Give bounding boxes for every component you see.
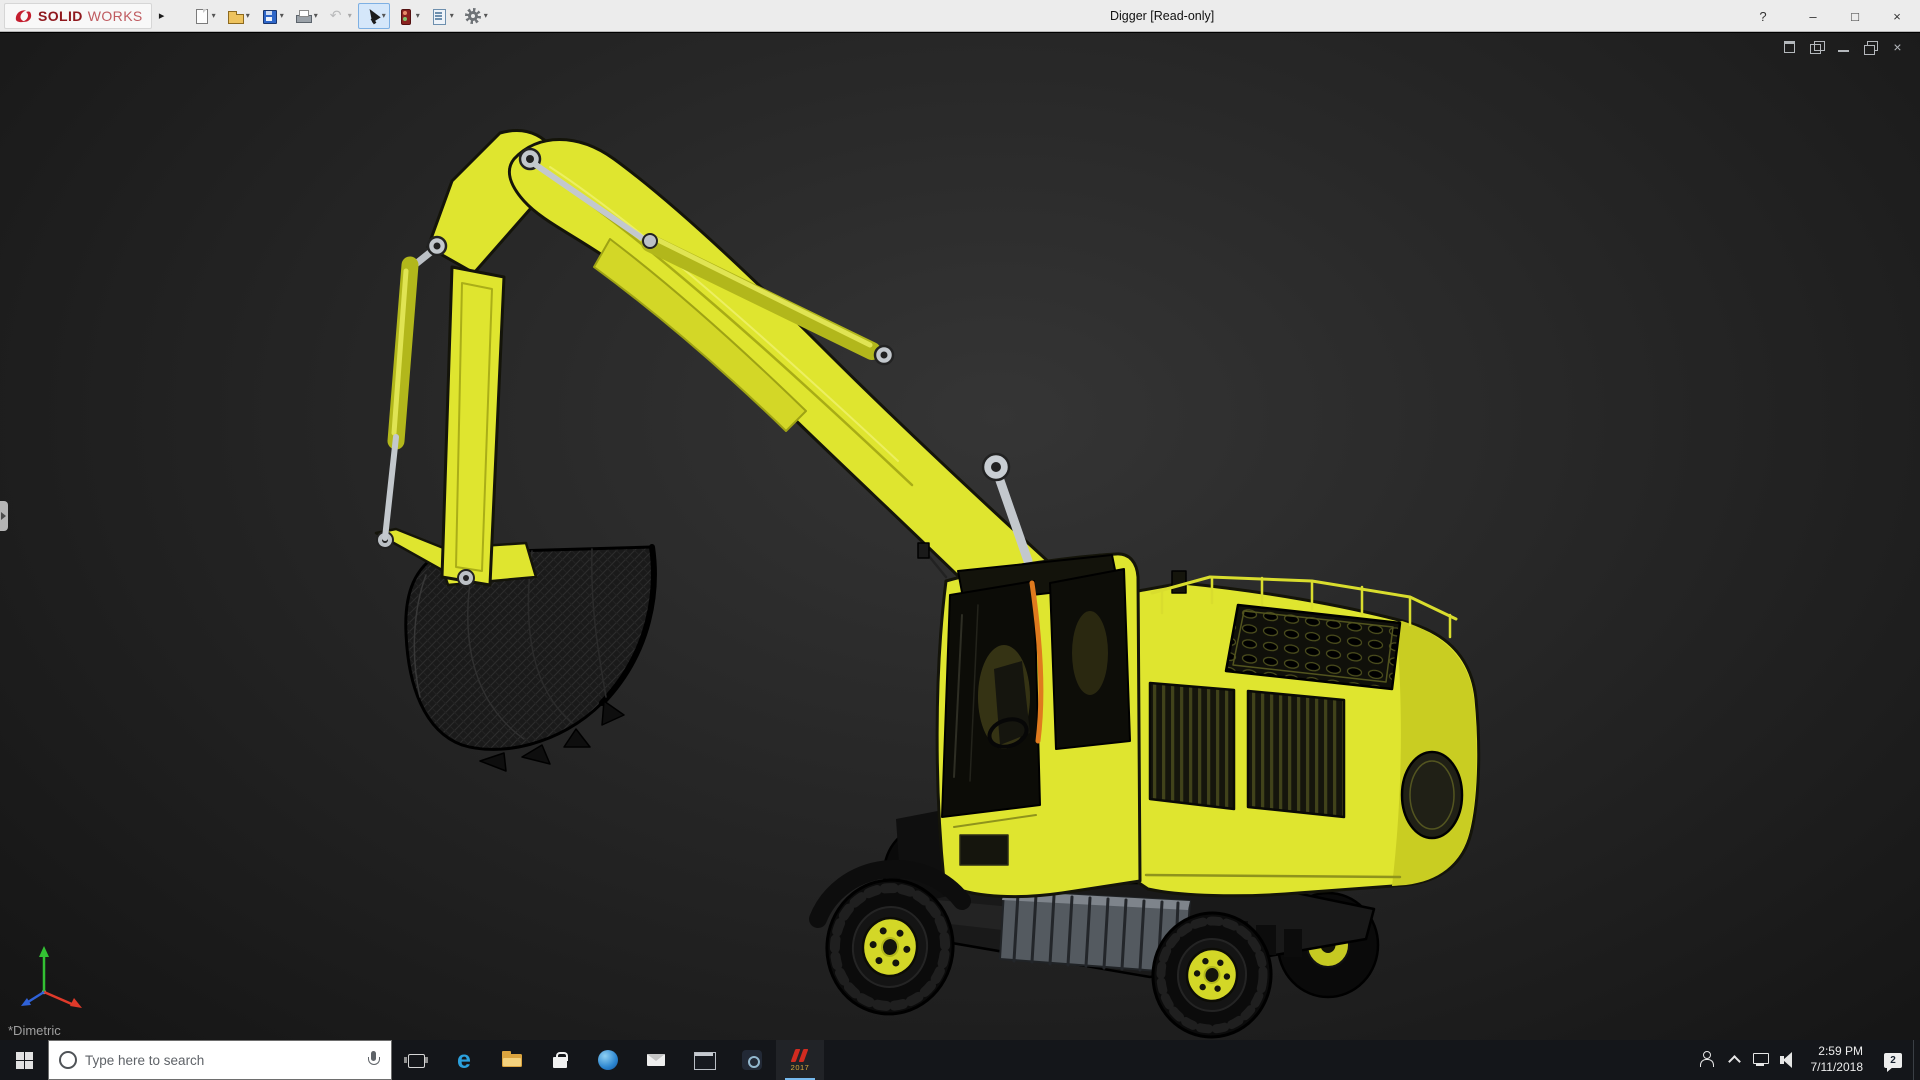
hidden-icons-chevron[interactable]: [1720, 1040, 1747, 1080]
solidworks-window: SOLIDWORKS ▸ ▾ ▾ ▾ ▾ ▾: [0, 0, 1920, 1080]
doc-close-icon[interactable]: ×: [1889, 39, 1906, 55]
bucket-cylinder[interactable]: [382, 243, 441, 541]
store-icon[interactable]: [536, 1040, 584, 1080]
rebuild-button[interactable]: ▾: [392, 3, 424, 29]
dropdown-arrow-icon[interactable]: ▾: [416, 11, 420, 20]
file-explorer-icon[interactable]: [488, 1040, 536, 1080]
solidworks-2017-icon[interactable]: 2017: [776, 1040, 824, 1080]
close-button[interactable]: ×: [1876, 0, 1918, 32]
dassault-systemes-logo-icon: [15, 9, 32, 22]
doc-restore-icon[interactable]: [1862, 39, 1879, 55]
round-app-icon[interactable]: [728, 1040, 776, 1080]
undo-button[interactable]: ▾: [324, 3, 356, 29]
cortana-ring-icon: [59, 1051, 77, 1069]
brand-text-solid: SOLID: [38, 7, 83, 24]
digger-3d-model[interactable]: [0, 33, 1920, 1040]
mail-icon[interactable]: [632, 1040, 680, 1080]
select-button[interactable]: ▾: [357, 2, 390, 29]
solidworks-brand: SOLID WORKS: [4, 2, 152, 29]
dropdown-arrow-icon[interactable]: ▾: [382, 11, 386, 20]
graphics-viewport[interactable]: × *Dimetric: [0, 33, 1920, 1040]
action-center-bubble-icon: 2: [1884, 1052, 1902, 1072]
titlebar: SOLIDWORKS ▸ ▾ ▾ ▾ ▾ ▾: [0, 0, 1920, 32]
dropdown-arrow-icon[interactable]: ▾: [484, 11, 488, 20]
dropdown-arrow-icon[interactable]: ▾: [280, 11, 284, 20]
help-button[interactable]: ?: [1742, 0, 1784, 32]
dropdown-arrow-icon[interactable]: ▾: [212, 11, 216, 20]
edge-browser-icon[interactable]: e: [440, 1040, 488, 1080]
clock-time: 2:59 PM: [1818, 1044, 1863, 1059]
browser-ball-icon[interactable]: [584, 1040, 632, 1080]
feature-panel-expand-icon[interactable]: [0, 501, 8, 531]
search-input[interactable]: [85, 1052, 357, 1068]
window-controls: ? – □ ×: [1742, 0, 1918, 32]
minimize-button[interactable]: –: [1792, 0, 1834, 32]
dropdown-arrow-icon[interactable]: ▾: [450, 11, 454, 20]
print-button[interactable]: ▾: [290, 3, 322, 29]
windows-taskbar: e: [0, 1040, 1920, 1080]
doc-cascade-icon[interactable]: [1808, 39, 1825, 55]
dropdown-arrow-icon[interactable]: ▾: [246, 11, 250, 20]
command-prompt-icon[interactable]: [680, 1040, 728, 1080]
show-desktop-button[interactable]: [1913, 1040, 1920, 1080]
volume-icon[interactable]: [1774, 1040, 1801, 1080]
save-button[interactable]: ▾: [256, 3, 288, 29]
system-tray: 2:59 PM 7/11/2018 2: [1693, 1040, 1920, 1080]
orientation-triad-icon: [21, 946, 82, 1008]
menu-expand-arrow-icon[interactable]: ▸: [152, 3, 172, 29]
clock[interactable]: 2:59 PM 7/11/2018: [1801, 1044, 1874, 1075]
cab[interactable]: [917, 542, 1142, 899]
people-icon[interactable]: [1693, 1040, 1720, 1080]
file-properties-button[interactable]: ▾: [426, 3, 458, 29]
new-document-button[interactable]: ▾: [188, 3, 220, 29]
clock-date: 7/11/2018: [1810, 1060, 1864, 1074]
dropdown-arrow-icon[interactable]: ▾: [314, 11, 318, 20]
action-center-icon[interactable]: 2: [1873, 1040, 1913, 1080]
options-button[interactable]: ▾: [460, 3, 492, 29]
taskbar-search[interactable]: [48, 1040, 392, 1080]
task-view-button[interactable]: [392, 1040, 440, 1080]
open-button[interactable]: ▾: [222, 3, 254, 29]
engine-body[interactable]: [1136, 570, 1481, 898]
notification-badge: 2: [1890, 1054, 1896, 1066]
microphone-icon[interactable]: [365, 1050, 381, 1070]
doc-window-icon[interactable]: [1781, 39, 1798, 55]
pinned-apps: e 2017: [392, 1040, 824, 1080]
quick-access-toolbar: ▾ ▾ ▾ ▾ ▾ ▾ ▾: [188, 0, 494, 31]
doc-minimize-icon[interactable]: [1835, 39, 1852, 55]
document-window-controls: ×: [1781, 39, 1906, 55]
start-button[interactable]: [0, 1040, 48, 1080]
maximize-button[interactable]: □: [1834, 0, 1876, 32]
orientation-label: *Dimetric: [8, 1023, 61, 1038]
window-title: Digger [Read-only]: [1110, 9, 1215, 23]
windows-logo-icon: [15, 1051, 33, 1069]
dropdown-arrow-icon[interactable]: ▾: [348, 11, 352, 20]
network-icon[interactable]: [1747, 1040, 1774, 1080]
brand-text-works: WORKS: [87, 7, 143, 24]
